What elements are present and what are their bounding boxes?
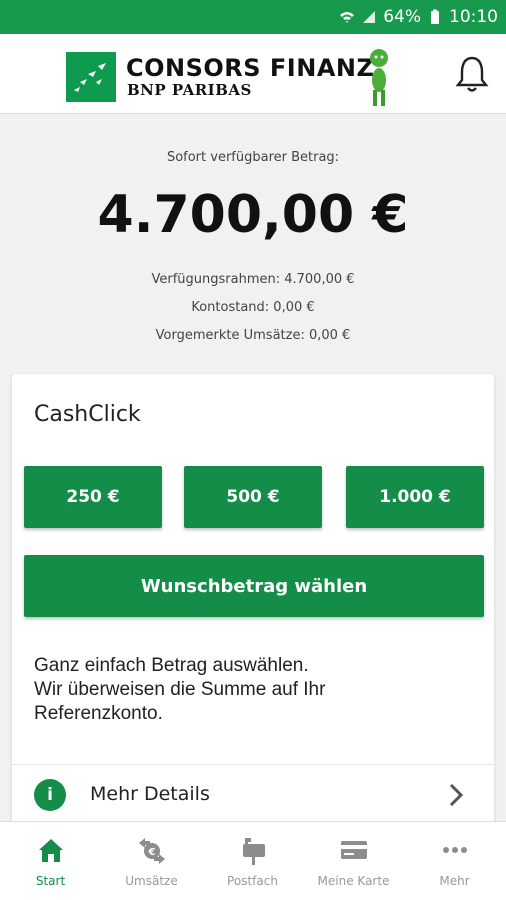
nav-label-mailbox: Postfach xyxy=(227,874,278,888)
more-icon xyxy=(442,847,467,853)
card-icon xyxy=(340,841,367,859)
mascot-icon xyxy=(370,49,388,106)
more-details-row[interactable]: i Mehr Details xyxy=(12,765,494,824)
nav-label-transactions: Umsätze xyxy=(125,874,178,888)
transactions-icon: € xyxy=(138,838,165,864)
credit-limit: Verfügungsrahmen: 4.700,00 € xyxy=(151,272,355,287)
available-amount: 4.700,00 € xyxy=(97,185,409,245)
nav-transactions[interactable]: € Umsätze xyxy=(101,822,202,900)
wifi-icon xyxy=(340,12,355,23)
battery-icon xyxy=(431,9,439,24)
nav-mailbox[interactable]: Postfach xyxy=(202,822,303,900)
app-header: CONSORS FINANZ BNP PARIBAS xyxy=(0,34,506,114)
svg-text:€: € xyxy=(147,847,155,858)
mailbox-icon xyxy=(242,838,265,865)
nav-more[interactable]: Mehr xyxy=(404,822,505,900)
bottom-navigation: Start € Umsätze Postfach Meine Karte Meh… xyxy=(0,821,506,900)
pending-transactions: Vorgemerkte Umsätze: 0,00 € xyxy=(155,328,351,343)
logo-icon xyxy=(66,52,116,102)
bell-icon[interactable] xyxy=(454,54,490,94)
amount-500-button[interactable]: 500 € xyxy=(184,466,322,528)
info-icon: i xyxy=(34,779,66,811)
custom-amount-button[interactable]: Wunschbetrag wählen xyxy=(24,555,484,617)
signal-icon xyxy=(363,11,376,23)
more-details-label: Mehr Details xyxy=(90,783,210,805)
nav-start[interactable]: Start xyxy=(0,822,101,900)
clock: 10:10 xyxy=(449,7,498,27)
cashclick-title: CashClick xyxy=(34,402,141,427)
cashclick-card: CashClick 250 € 500 € 1.000 € Wunschbetr… xyxy=(12,374,494,824)
battery-level: 64% xyxy=(383,7,421,27)
brand-name: CONSORS FINANZ xyxy=(126,54,375,82)
available-amount-label: Sofort verfügbarer Betrag: xyxy=(166,150,340,165)
account-balance: Kontostand: 0,00 € xyxy=(191,300,315,315)
chevron-right-icon xyxy=(449,783,464,807)
nav-label-more: Mehr xyxy=(439,874,470,888)
amount-1000-button[interactable]: 1.000 € xyxy=(346,466,484,528)
nav-label-start: Start xyxy=(35,874,66,888)
amount-250-button[interactable]: 250 € xyxy=(24,466,162,528)
cashclick-description: Ganz einfach Betrag auswählen. Wir überw… xyxy=(34,655,326,724)
brand-subtitle: BNP PARIBAS xyxy=(127,81,252,99)
home-icon xyxy=(38,839,63,862)
nav-label-my-card: Meine Karte xyxy=(317,874,390,888)
status-bar: 64% 10:10 xyxy=(0,0,506,34)
nav-my-card[interactable]: Meine Karte xyxy=(303,822,404,900)
